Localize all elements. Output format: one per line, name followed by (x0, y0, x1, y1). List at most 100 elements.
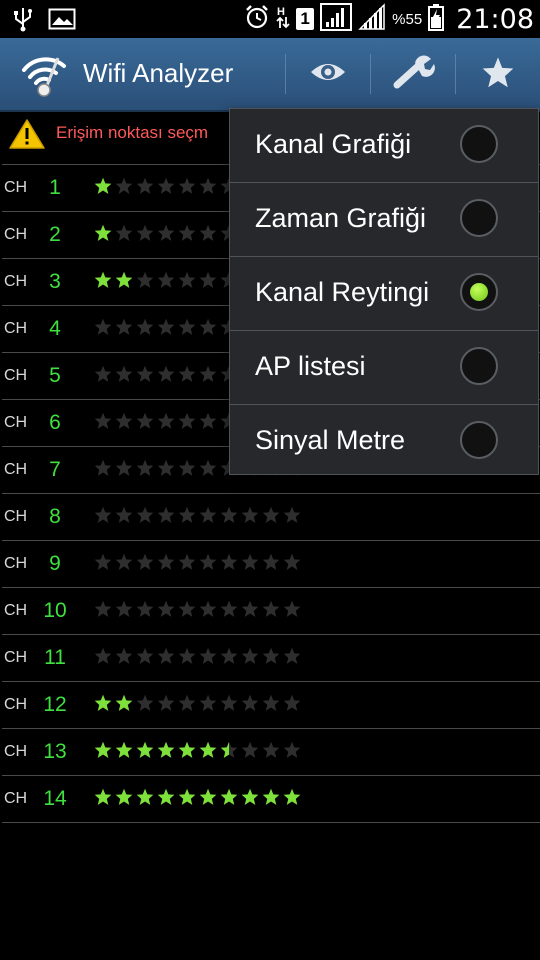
usb-icon (12, 6, 34, 37)
menu-item-sinyal-metre[interactable]: Sinyal Metre (230, 405, 538, 478)
menu-item-kanal-grafi-i[interactable]: Kanal Grafiği (230, 109, 538, 183)
action-bar: Wifi Analyzer (0, 38, 540, 112)
channel-number: 12 (43, 693, 67, 716)
star-icon (220, 600, 238, 617)
star-icon (136, 647, 154, 664)
channel-number: 8 (49, 505, 61, 528)
channel-prefix: CH (4, 414, 28, 431)
channel-number: 13 (43, 740, 67, 763)
warning-text: Erişim noktası seçm (56, 123, 209, 142)
star-icon (178, 318, 196, 335)
radio-button[interactable] (460, 273, 498, 311)
channel-prefix: CH (4, 743, 28, 760)
star-icon (115, 506, 133, 523)
star-icon (115, 365, 133, 382)
star-icon (136, 553, 154, 570)
channel-prefix: CH (4, 696, 28, 713)
star-icon (262, 788, 280, 805)
alarm-icon (244, 4, 270, 35)
star-icon (262, 600, 280, 617)
star-icon (94, 318, 112, 335)
star-icon (157, 412, 175, 429)
channel-prefix: CH (4, 555, 28, 572)
star-icon (115, 741, 133, 758)
signal-icon (358, 2, 386, 36)
star-rating (94, 788, 304, 810)
star-icon (115, 694, 133, 711)
channel-prefix: CH (4, 179, 28, 196)
view-button[interactable] (298, 48, 358, 100)
star-icon (115, 553, 133, 570)
wifi-analyzer-logo-icon[interactable] (20, 50, 72, 98)
star-icon (199, 788, 217, 805)
star-rating (94, 506, 304, 528)
star-icon (199, 412, 217, 429)
star-icon (157, 506, 175, 523)
radio-button[interactable] (460, 421, 498, 459)
star-icon (94, 741, 112, 758)
channel-number: 10 (43, 599, 67, 622)
channel-row: CH 13 (2, 728, 540, 775)
channel-prefix: CH (4, 508, 28, 525)
channel-row: CH 12 (2, 681, 540, 728)
star-icon (157, 553, 175, 570)
battery-percent: %55 (392, 10, 423, 28)
menu-item-ap-listesi[interactable]: AP listesi (230, 331, 538, 405)
star-icon (220, 788, 238, 805)
star-icon (199, 459, 217, 476)
star-icon (157, 694, 175, 711)
menu-item-label: Kanal Grafiği (255, 129, 412, 159)
star-icon (262, 506, 280, 523)
eye-icon (309, 60, 347, 89)
star-icon (94, 459, 112, 476)
star-icon (241, 600, 259, 617)
favorite-button[interactable] (468, 48, 528, 100)
channel-prefix: CH (4, 273, 28, 290)
star-icon (199, 647, 217, 664)
star-icon (178, 506, 196, 523)
wrench-icon (391, 54, 435, 94)
star-icon (199, 365, 217, 382)
star-icon (262, 647, 280, 664)
channel-row: CH 14 (2, 775, 540, 823)
star-icon (94, 224, 112, 241)
channel-prefix: CH (4, 602, 28, 619)
star-icon (178, 459, 196, 476)
app-title: Wifi Analyzer (83, 58, 234, 88)
star-icon (241, 553, 259, 570)
star-icon (136, 741, 154, 758)
view-menu: Kanal Grafiği Zaman Grafiği Kanal Reytingi… (229, 108, 539, 475)
star-icon (136, 600, 154, 617)
menu-item-label: Zaman Grafiği (255, 203, 427, 233)
channel-prefix: CH (4, 461, 28, 478)
star-icon (262, 553, 280, 570)
menu-item-zaman-grafi-i[interactable]: Zaman Grafiği (230, 183, 538, 257)
star-icon (178, 177, 196, 194)
settings-button[interactable] (383, 48, 443, 100)
channel-number: 4 (49, 317, 61, 340)
star-icon (199, 694, 217, 711)
star-icon (115, 224, 133, 241)
radio-button[interactable] (460, 199, 498, 237)
channel-prefix: CH (4, 649, 28, 666)
star-icon (157, 647, 175, 664)
star-icon (283, 506, 301, 523)
star-icon (199, 553, 217, 570)
star-icon (136, 271, 154, 288)
channel-prefix: CH (4, 367, 28, 384)
star-icon (136, 177, 154, 194)
star-icon (94, 694, 112, 711)
radio-button[interactable] (460, 125, 498, 163)
star-icon (136, 318, 154, 335)
menu-item-kanal-reytingi[interactable]: Kanal Reytingi (230, 257, 538, 331)
radio-selected-dot (470, 283, 488, 301)
action-divider (370, 54, 371, 94)
star-icon (157, 365, 175, 382)
channel-prefix: CH (4, 226, 28, 243)
star-icon (115, 271, 133, 288)
star-icon (199, 600, 217, 617)
star-rating (94, 741, 304, 763)
star-icon (136, 788, 154, 805)
star-icon (115, 412, 133, 429)
radio-button[interactable] (460, 347, 498, 385)
